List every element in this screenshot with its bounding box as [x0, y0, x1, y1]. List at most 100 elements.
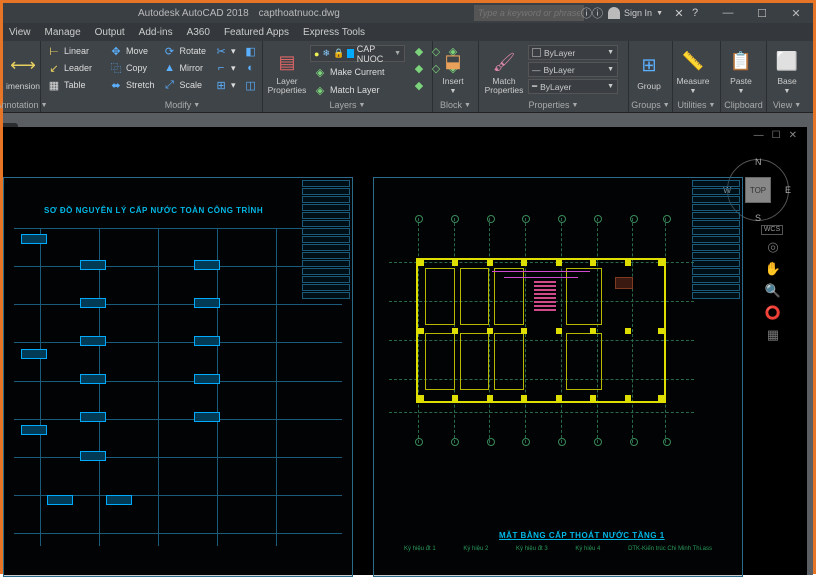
panel-annotation-label[interactable]: Annotation▼ — [6, 98, 37, 112]
panel-properties-label[interactable]: Properties▼ — [482, 98, 625, 112]
floor-plan — [404, 233, 679, 428]
matchprops-button[interactable]: 🖌 Match Properties — [482, 43, 526, 98]
legend-3: Ký hiệu đt 3 — [516, 546, 548, 566]
legend-1: Ký hiệu đt 1 — [404, 546, 436, 566]
makecurrent-icon: ◈ — [313, 65, 327, 79]
model-canvas[interactable]: — ☐ ✕ TOP N S W E WCS ◎ ✋ 🔍 ⭕ ▦ SƠ ĐỒ NG… — [3, 127, 807, 575]
viewcube-n[interactable]: N — [755, 157, 762, 167]
close-button[interactable]: ✕ — [779, 3, 813, 23]
bulb-icon: ● — [314, 49, 319, 59]
minimize-button[interactable]: — — [711, 3, 745, 23]
array-button[interactable]: ⊞▾ — [211, 77, 239, 93]
scale-button[interactable]: ⤢Scale — [160, 77, 210, 93]
ribbon: ⟷ imension Annotation▼ ⊢Linear ↙Leader ▦… — [3, 41, 813, 113]
viewport-min-icon[interactable]: — — [754, 130, 764, 141]
fillet-icon: ⌐ — [214, 61, 228, 75]
navbar-zoom-icon[interactable]: 🔍 — [763, 283, 783, 301]
file-name: capthoatnuoc.dwg — [259, 8, 340, 19]
navbar-wheel-icon[interactable]: ◎ — [763, 239, 783, 257]
titlebar: Autodesk AutoCAD 2018 capthoatnuoc.dwg ⓘ… — [3, 3, 813, 23]
leader-button[interactable]: ↙Leader — [44, 60, 95, 76]
panel-properties: 🖌 Match Properties ByLayer▼ —ByLayer▼ ━B… — [479, 41, 629, 112]
navbar-orbit-icon[interactable]: ⭕ — [763, 305, 783, 323]
sheet2-title: MẶT BẰNG CẤP THOÁT NƯỚC TẦNG 1 — [499, 531, 665, 540]
menu-manage[interactable]: Manage — [45, 27, 81, 38]
drawing-area: — ☐ ✕ TOP N S W E WCS ◎ ✋ 🔍 ⭕ ▦ SƠ ĐỒ NG… — [3, 113, 813, 575]
panel-layers: ▤ Layer Properties ● ❄ 🔒 CAP NUOC ▼ ◈Mak… — [263, 41, 433, 112]
lock-icon: 🔒 — [333, 48, 344, 59]
titleblock-right-2 — [692, 180, 740, 574]
layerprops-button[interactable]: ▤ Layer Properties — [266, 43, 308, 98]
menubar: View Manage Output Add-ins A360 Featured… — [3, 23, 813, 41]
menu-addins[interactable]: Add-ins — [139, 27, 173, 38]
misc1-button[interactable]: ◧ — [241, 43, 261, 59]
panel-block: ⬓ Insert ▼ Block▼ — [433, 41, 479, 112]
dimension-label: imension — [6, 81, 40, 91]
help-icon[interactable]: ? — [687, 6, 703, 20]
base-button[interactable]: ⬜ Base ▼ — [770, 43, 804, 98]
linetype-dropdown[interactable]: ━ByLayer▼ — [528, 79, 618, 94]
navbar-showmotion-icon[interactable]: ▦ — [763, 327, 783, 345]
viewcube-e[interactable]: E — [785, 185, 791, 195]
dimension-button[interactable]: ⟷ imension — [6, 43, 40, 98]
maximize-button[interactable]: ☐ — [745, 3, 779, 23]
copy-button[interactable]: ⿻Copy — [106, 60, 158, 76]
misc2-button[interactable]: ◐ — [241, 60, 261, 76]
panel-groups: ⊞ Group Groups▼ — [629, 41, 673, 112]
exchange-icon[interactable]: ✕ — [671, 6, 687, 20]
move-button[interactable]: ✥Move — [106, 43, 158, 59]
menu-express[interactable]: Express Tools — [303, 27, 365, 38]
misc3-button[interactable]: ◫ — [241, 77, 261, 93]
panel-utilities-label[interactable]: Utilities▼ — [676, 98, 717, 112]
paste-button[interactable]: 📋 Paste ▼ — [724, 43, 758, 98]
layer-dropdown[interactable]: ● ❄ 🔒 CAP NUOC ▼ — [310, 45, 405, 62]
wcs-label[interactable]: WCS — [761, 225, 783, 235]
color-dropdown[interactable]: ByLayer▼ — [528, 45, 618, 60]
table-button[interactable]: ▦Table — [44, 77, 95, 93]
panel-block-label[interactable]: Block▼ — [436, 98, 475, 112]
measure-icon: 📏 — [680, 48, 706, 74]
panel-modify-label[interactable]: Modify▼ — [106, 98, 259, 112]
group-icon: ⊞ — [636, 53, 662, 79]
rotate-button[interactable]: ⟳Rotate — [160, 43, 210, 59]
fillet-button[interactable]: ⌐▾ — [211, 60, 239, 76]
insert-button[interactable]: ⬓ Insert ▼ — [436, 43, 470, 98]
sheet-schematic: SƠ ĐỒ NGUYÊN LÝ CẤP NƯỚC TOÀN CÔNG TRÌNH — [3, 177, 353, 577]
linear-button[interactable]: ⊢Linear — [44, 43, 95, 59]
panel-layers-label[interactable]: Layers▼ — [266, 98, 429, 112]
signin-button[interactable]: Sign In ▼ — [608, 7, 663, 19]
viewcube-face[interactable]: TOP — [745, 177, 771, 203]
panel-groups-label[interactable]: Groups▼ — [632, 98, 669, 112]
search-input[interactable] — [474, 5, 584, 21]
menu-output[interactable]: Output — [95, 27, 125, 38]
sheet1-title: SƠ ĐỒ NGUYÊN LÝ CẤP NƯỚC TOÀN CÔNG TRÌNH — [44, 206, 263, 215]
viewport-close-icon[interactable]: ✕ — [789, 130, 797, 141]
group-button[interactable]: ⊞ Group — [632, 43, 666, 98]
layerprops-icon: ▤ — [274, 49, 300, 75]
viewport-max-icon[interactable]: ☐ — [772, 130, 781, 141]
trim-button[interactable]: ✂▾ — [211, 43, 239, 59]
menu-featured[interactable]: Featured Apps — [224, 27, 289, 38]
menu-view[interactable]: View — [9, 27, 31, 38]
base-icon: ⬜ — [774, 48, 800, 74]
menu-a360[interactable]: A360 — [187, 27, 210, 38]
lineweight-dropdown[interactable]: —ByLayer▼ — [528, 62, 618, 77]
navbar-pan-icon[interactable]: ✋ — [763, 261, 783, 279]
stretch-icon: ⬌ — [109, 78, 123, 92]
match-layer-button[interactable]: ◈Match Layer — [310, 82, 405, 98]
signin-label: Sign In — [624, 8, 652, 18]
measure-button[interactable]: 📏 Measure ▼ — [676, 43, 710, 98]
person-icon — [608, 7, 620, 19]
make-current-button[interactable]: ◈Make Current — [310, 64, 405, 80]
mirror-icon: ▲ — [163, 61, 177, 75]
panel-clipboard-label[interactable]: Clipboard — [724, 98, 763, 112]
infocenter-icon[interactable]: ⓘⓘ — [584, 6, 600, 20]
freeze-icon: ❄ — [322, 48, 330, 59]
panel-view-label[interactable]: View▼ — [770, 98, 804, 112]
table-icon: ▦ — [47, 78, 61, 92]
layer-name: CAP NUOC — [357, 44, 391, 64]
viewcube-s[interactable]: S — [755, 213, 761, 223]
panel-annotation-sub: ⊢Linear ↙Leader ▦Table — [41, 41, 103, 112]
mirror-button[interactable]: ▲Mirror — [160, 60, 210, 76]
stretch-button[interactable]: ⬌Stretch — [106, 77, 158, 93]
